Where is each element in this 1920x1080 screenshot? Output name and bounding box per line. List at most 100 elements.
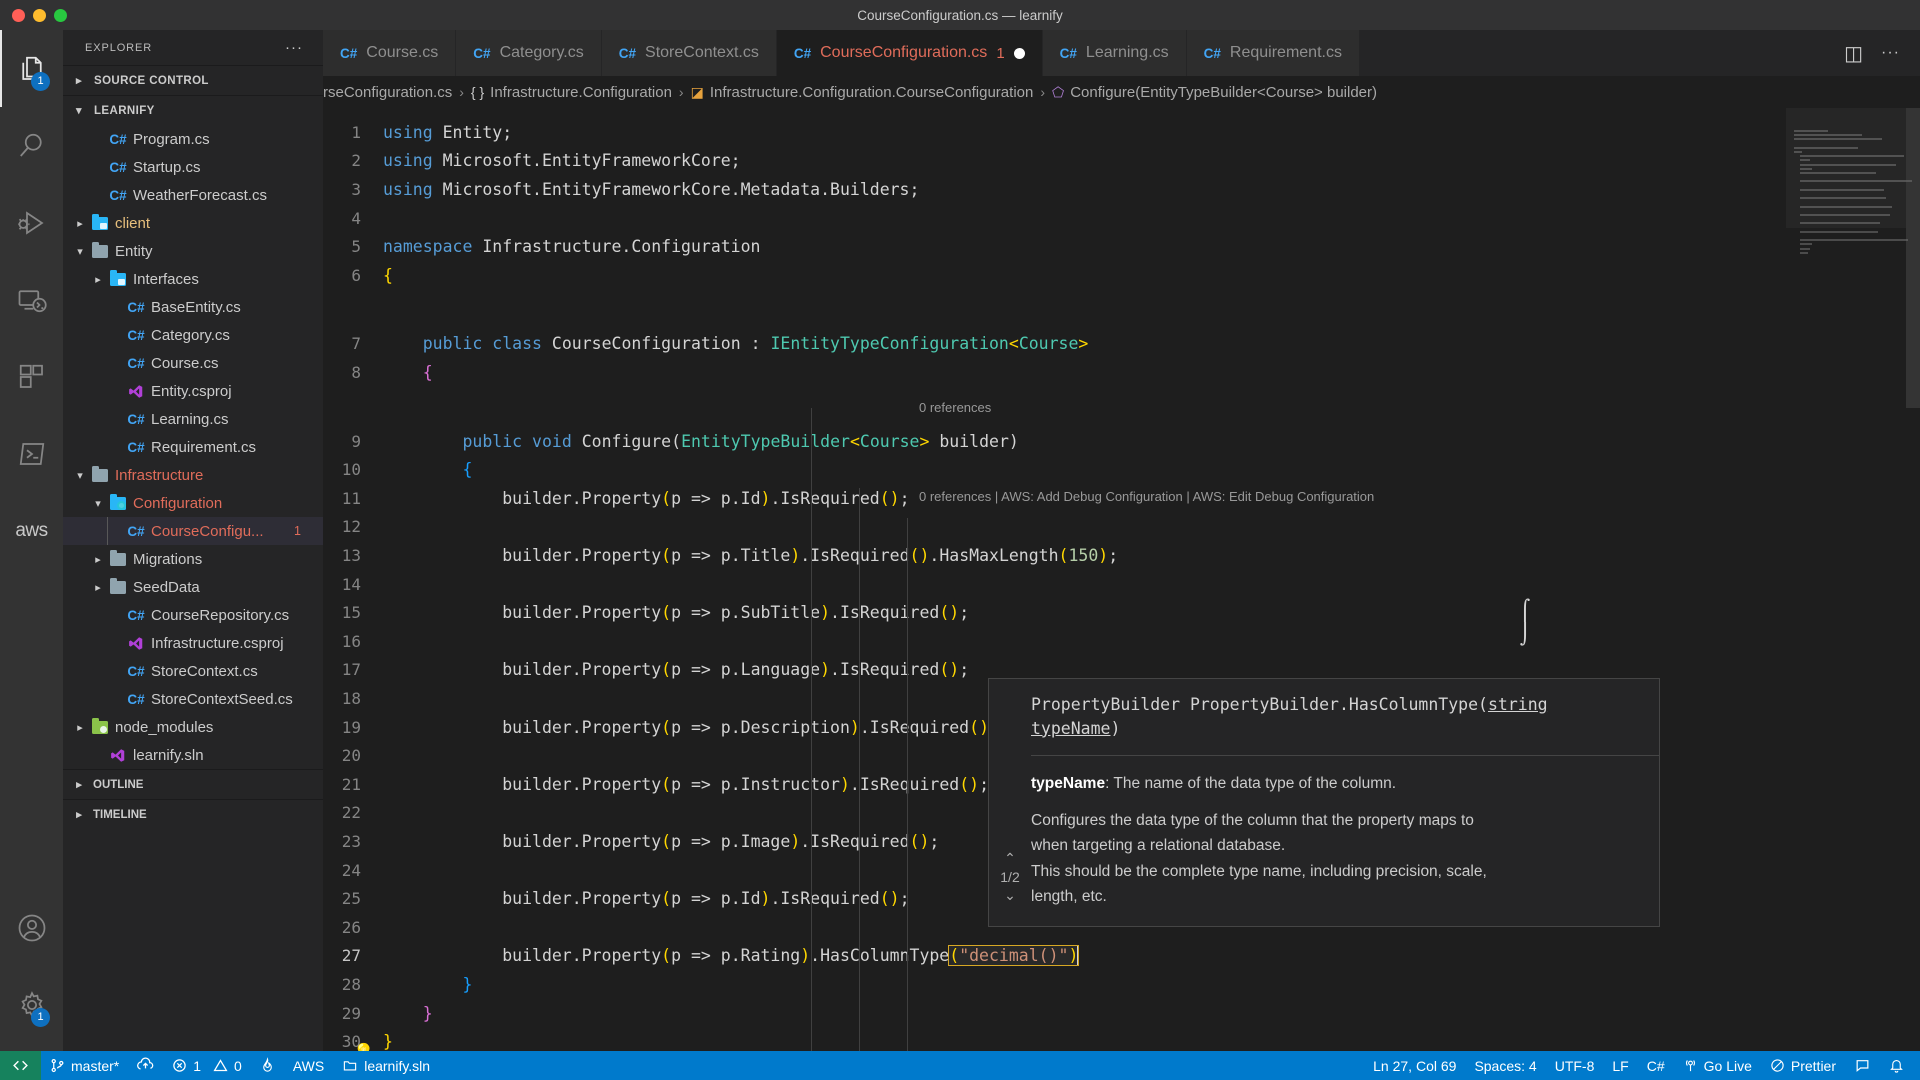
tree-item[interactable]: ▾ Infrastructure (63, 461, 323, 489)
status-cursor-position[interactable]: Ln 27, Col 69 (1364, 1051, 1465, 1080)
editor-toolbar[interactable]: ◫ ··· (1824, 30, 1920, 76)
code-line-text[interactable]: { (383, 363, 433, 382)
status-eol[interactable]: LF (1603, 1051, 1637, 1080)
codelens-debug-config[interactable]: 0 references | AWS: Add Debug Configurat… (919, 489, 1374, 504)
window-controls[interactable] (0, 8, 67, 22)
breadcrumb-item[interactable]: ◪ Infrastructure.Configuration.CourseConf… (691, 84, 1034, 101)
code-line[interactable]: 13 builder.Property(p => p.Title).IsRequ… (323, 541, 1920, 570)
code-line[interactable]: 10 { (323, 455, 1920, 484)
code-line[interactable]: 15 builder.Property(p => p.SubTitle).IsR… (323, 598, 1920, 627)
status-encoding[interactable]: UTF-8 (1546, 1051, 1604, 1080)
tree-item[interactable]: C# Learning.cs (63, 405, 323, 433)
more-actions-icon[interactable]: ··· (1881, 44, 1900, 62)
editor-scrollbar-vertical[interactable] (1906, 108, 1920, 1051)
editor-tab[interactable]: C# Learning.cs (1042, 30, 1187, 76)
code-line[interactable]: 12 (323, 513, 1920, 542)
hover-pager[interactable]: ⌃ 1/2 ⌄ (989, 679, 1031, 926)
codelens-method[interactable]: 0 references | AWS: Add Debug Configurat… (919, 489, 1920, 504)
breadcrumb-item[interactable]: ⬠ Configure(EntityTypeBuilder<Course> bui… (1052, 84, 1377, 101)
editor-tab-active[interactable]: C# CourseConfiguration.cs 1 (776, 30, 1043, 76)
activity-aws-toolkit[interactable]: aws (0, 492, 63, 569)
tree-item[interactable]: ▸ client (63, 209, 323, 237)
code-line[interactable]: 16 (323, 627, 1920, 656)
code-line-text[interactable]: builder.Property(p => p.Image).IsRequire… (383, 832, 939, 851)
code-line[interactable]: 8 { (323, 358, 1920, 387)
status-solution[interactable]: learnify.sln (333, 1051, 439, 1080)
tree-item[interactable]: C# Startup.cs (63, 153, 323, 181)
tree-item[interactable]: C# Program.cs (63, 125, 323, 153)
section-learnify[interactable]: LEARNIFY (63, 95, 323, 125)
codelens-references[interactable]: 0 references (919, 400, 991, 415)
activity-explorer[interactable]: 1 (0, 30, 63, 107)
status-feedback[interactable] (1845, 1051, 1880, 1080)
breadcrumb[interactable]: rseConfiguration.cs › { } Infrastructure.Co… (323, 76, 1920, 108)
tree-item[interactable]: Entity.csproj (63, 377, 323, 405)
tree-item[interactable]: C# Course.cs (63, 349, 323, 377)
code-line[interactable]: 5 namespace Infrastructure.Configuration (323, 232, 1920, 261)
file-tree[interactable]: C# Program.cs C# Startup.cs C# WeatherForecas… (63, 125, 323, 769)
chevron-right-icon[interactable]: ▸ (89, 581, 107, 594)
tree-item[interactable]: Infrastructure.csproj (63, 629, 323, 657)
chevron-down-icon[interactable]: ▾ (71, 245, 89, 258)
tree-item[interactable]: ▾ Entity (63, 237, 323, 265)
code-line[interactable]: 6{ (323, 261, 1920, 290)
tree-item[interactable]: C# StoreContext.cs (63, 657, 323, 685)
code-line-text[interactable]: using Microsoft.EntityFrameworkCore.Meta… (383, 180, 919, 199)
section-timeline[interactable]: TIMELINE (63, 799, 323, 829)
code-line-text[interactable]: { (383, 266, 393, 285)
status-sync[interactable] (128, 1051, 163, 1080)
section-outline[interactable]: OUTLINE (63, 769, 323, 799)
tree-item[interactable]: ▾ Configuration (63, 489, 323, 517)
status-problems[interactable]: 1 0 (163, 1051, 251, 1080)
editor-tab-bar[interactable]: C# Course.cs C# Category.cs C# StoreContext.c… (323, 30, 1920, 76)
code-line[interactable]: 9 public void Configure(EntityTypeBuilde… (323, 427, 1920, 456)
remote-window-button[interactable] (0, 1051, 41, 1080)
code-line[interactable]: 28 } (323, 970, 1920, 999)
minimap[interactable] (1786, 108, 1912, 1051)
chevron-down-icon[interactable]: ▾ (71, 469, 89, 482)
editor-tab[interactable]: C# StoreContext.cs (601, 30, 777, 76)
breadcrumb-item[interactable]: { } Infrastructure.Configuration (471, 84, 672, 101)
activity-manage-settings[interactable]: 1 (0, 966, 63, 1043)
status-bar[interactable]: master* 1 0 AWS learnify.sln Ln 27, Col … (0, 1051, 1920, 1080)
code-line-text[interactable]: builder.Property(p => p.Id).IsRequired()… (383, 889, 909, 908)
tree-item[interactable]: C# StoreContextSeed.cs (63, 685, 323, 713)
activity-accounts[interactable] (0, 889, 63, 966)
close-window-button[interactable] (12, 8, 25, 22)
chevron-right-icon[interactable]: ▸ (89, 273, 107, 286)
code-line[interactable]: 7 public class CourseConfiguration : IEn… (323, 330, 1920, 359)
code-line-text[interactable]: builder.Property(p => p.Title).IsRequire… (383, 546, 1118, 565)
split-editor-icon[interactable]: ◫ (1844, 41, 1863, 66)
status-language-mode[interactable]: C# (1638, 1051, 1674, 1080)
code-line-text[interactable]: public void Configure(EntityTypeBuilder<… (383, 432, 1018, 451)
activity-remote-explorer[interactable] (0, 261, 63, 338)
status-prettier[interactable]: Prettier (1761, 1051, 1845, 1080)
code-line-text[interactable]: } (383, 1032, 393, 1051)
code-line[interactable]: 30} (323, 1027, 1920, 1051)
code-line-text[interactable]: } (383, 975, 472, 994)
tree-item[interactable]: ▸ Migrations (63, 545, 323, 573)
breadcrumb-item[interactable]: rseConfiguration.cs (323, 84, 452, 101)
hover-prev-icon[interactable]: ⌃ (1004, 850, 1016, 867)
status-flame[interactable] (251, 1051, 284, 1080)
editor-tab[interactable]: C# Course.cs (323, 30, 457, 76)
status-go-live[interactable]: Go Live (1674, 1051, 1761, 1080)
code-line[interactable]: 4 (323, 204, 1920, 233)
hover-next-icon[interactable]: ⌄ (1004, 887, 1016, 904)
code-line[interactable]: 1 using Entity; (323, 118, 1920, 147)
activity-bar[interactable]: 1 aws 1 (0, 30, 63, 1051)
code-line-text[interactable]: builder.Property(p => p.Language).IsRequ… (383, 660, 969, 679)
code-editor[interactable]: 1 using Entity; 2 using Microsoft.EntityFra… (323, 108, 1920, 1051)
tree-item[interactable]: C# Category.cs (63, 321, 323, 349)
activity-search[interactable] (0, 107, 63, 184)
explorer-more-icon[interactable]: ··· (285, 39, 303, 56)
lightbulb-icon[interactable]: 💡 (353, 1043, 374, 1051)
code-line-text[interactable]: { (383, 460, 472, 479)
chevron-right-icon[interactable]: ▸ (71, 217, 89, 230)
tree-item[interactable]: learnify.sln (63, 741, 323, 769)
code-line[interactable]: 14 (323, 570, 1920, 599)
tab-dirty-indicator[interactable] (1013, 47, 1025, 59)
status-notifications[interactable] (1880, 1051, 1920, 1080)
code-line-text[interactable]: using Microsoft.EntityFrameworkCore; (383, 151, 741, 170)
chevron-right-icon[interactable]: ▸ (89, 553, 107, 566)
